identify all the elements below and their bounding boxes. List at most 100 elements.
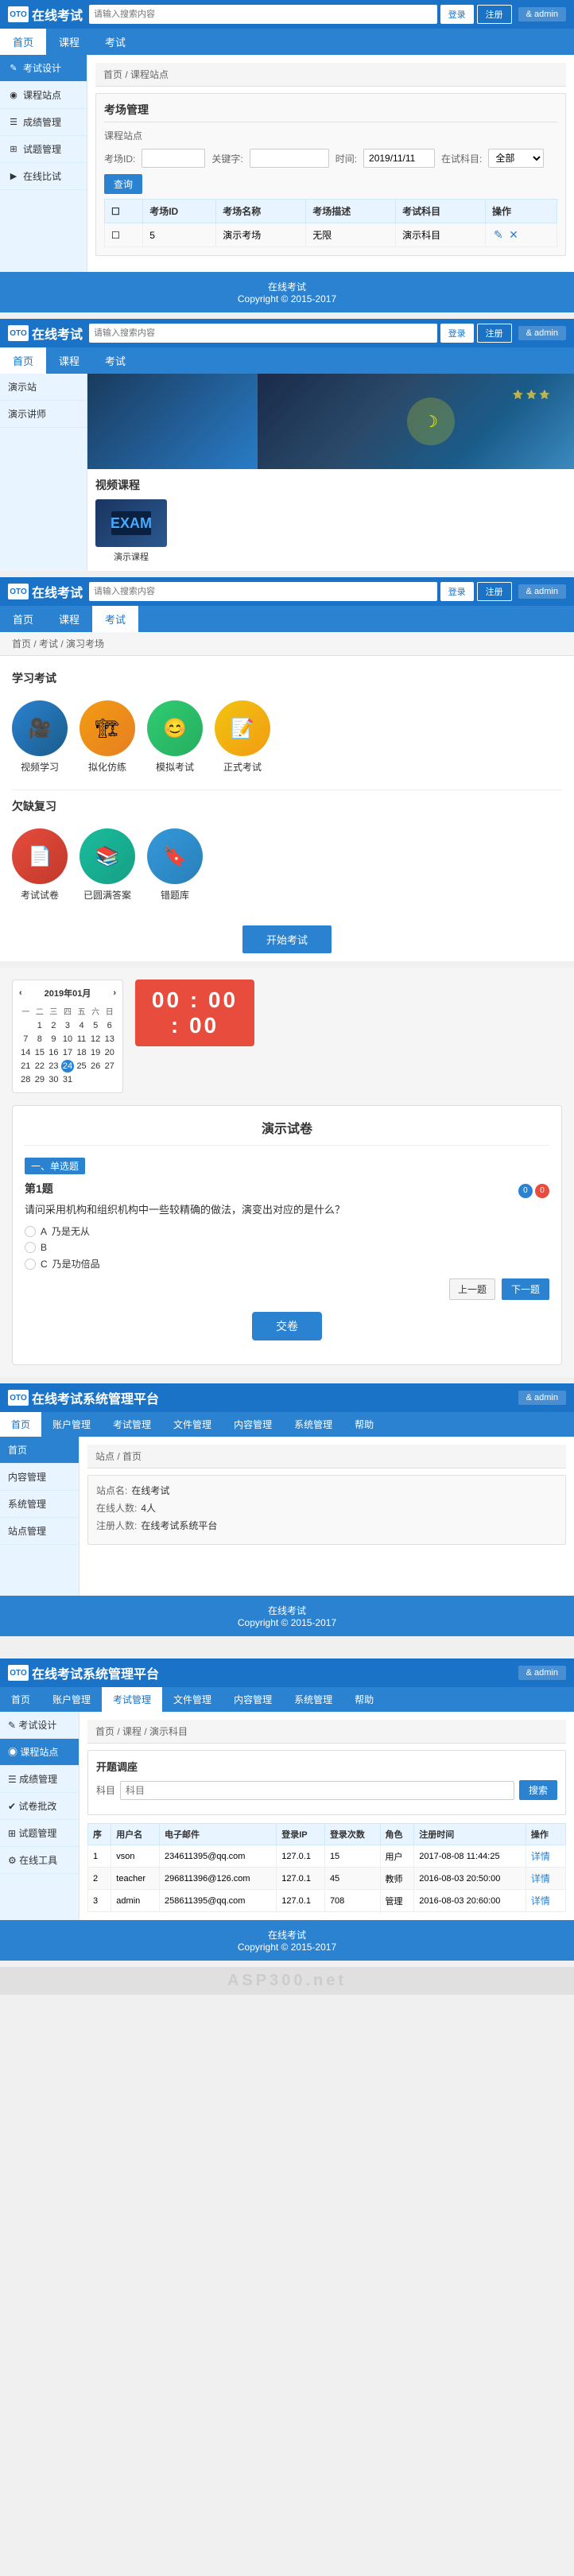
cal-day-28[interactable]: 28 (19, 1073, 33, 1086)
user-btn-1[interactable]: & admin (518, 7, 566, 21)
cal-day-9[interactable]: 9 (47, 1033, 60, 1046)
exam-cat-formal[interactable]: 📝 正式考试 (215, 700, 270, 774)
radio-b[interactable] (25, 1242, 36, 1253)
sidebar-item-course-1[interactable]: ◉ 课程站点 (0, 82, 87, 109)
search-input-2[interactable] (89, 324, 437, 343)
review-item-paper[interactable]: 📄 考试试卷 (12, 828, 68, 902)
admin-sidebar-question-2[interactable]: ⊞ 试题管理 (0, 1820, 79, 1847)
option-b[interactable]: B (25, 1242, 549, 1253)
start-exam-btn[interactable]: 开始考试 (242, 925, 332, 953)
tab-exam-1[interactable]: 考试 (92, 29, 138, 55)
sidebar-item-exam-design-1[interactable]: ✎ 考试设计 (0, 55, 87, 82)
delete-icon-1[interactable]: ✕ (509, 228, 518, 241)
tab-course-3[interactable]: 课程 (46, 606, 92, 632)
tab-home-2[interactable]: 首页 (0, 347, 46, 374)
cal-day-19[interactable]: 19 (89, 1046, 103, 1059)
cal-day-10[interactable]: 10 (61, 1033, 75, 1046)
cal-day-13[interactable]: 13 (103, 1033, 116, 1046)
input-keyword[interactable] (250, 149, 329, 168)
sidebar-item-online-1[interactable]: ▶ 在线比试 (0, 163, 87, 190)
cal-day-6[interactable]: 6 (103, 1019, 116, 1032)
admin-sidebar-home-1[interactable]: 首页 (0, 1437, 79, 1464)
admin-tab-help-1[interactable]: 帮助 (343, 1412, 385, 1437)
admin-tab-content-1[interactable]: 内容管理 (223, 1412, 283, 1437)
register-btn-2[interactable]: 注册 (477, 324, 512, 343)
admin-tab-system-2[interactable]: 系统管理 (283, 1687, 343, 1712)
submit-exam-btn[interactable]: 交卷 (252, 1312, 322, 1340)
admin-sidebar-exam-design-2[interactable]: ✎ 考试设计 (0, 1712, 79, 1739)
admin-tab-content-2[interactable]: 内容管理 (223, 1687, 283, 1712)
login-btn-3[interactable]: 登录 (440, 582, 474, 601)
tab-course-2[interactable]: 课程 (46, 347, 92, 374)
option-a[interactable]: A 乃是无从 (25, 1224, 549, 1238)
cal-day-8[interactable]: 8 (33, 1033, 47, 1046)
exam-cat-mock[interactable]: 😊 模拟考试 (147, 700, 203, 774)
cal-day-15[interactable]: 15 (33, 1046, 47, 1059)
register-btn-3[interactable]: 注册 (477, 582, 512, 601)
admin-tab-help-2[interactable]: 帮助 (343, 1687, 385, 1712)
admin-sidebar-content-1[interactable]: 内容管理 (0, 1464, 79, 1491)
review-item-answers[interactable]: 📚 已圆满答案 (80, 828, 135, 902)
admin-tab-file-2[interactable]: 文件管理 (162, 1687, 223, 1712)
admin-tab-account-2[interactable]: 账户管理 (41, 1687, 102, 1712)
cal-day-14[interactable]: 14 (19, 1046, 33, 1059)
cal-day-25[interactable]: 25 (75, 1060, 88, 1073)
cal-day-27[interactable]: 27 (103, 1060, 116, 1073)
user-btn-3[interactable]: & admin (518, 584, 566, 599)
cal-day-18[interactable]: 18 (75, 1046, 88, 1059)
input-exam-id[interactable] (142, 149, 205, 168)
radio-c[interactable] (25, 1259, 36, 1270)
cal-day-23[interactable]: 23 (47, 1060, 60, 1073)
option-c[interactable]: C 乃是功倍品 (25, 1257, 549, 1271)
sidebar-item-grade-1[interactable]: ☰ 成绩管理 (0, 109, 87, 136)
prev-btn[interactable]: 上一题 (449, 1278, 495, 1300)
admin-tab-exam-1[interactable]: 考试管理 (102, 1412, 162, 1437)
cal-day-20[interactable]: 20 (103, 1046, 116, 1059)
cal-next-btn[interactable]: › (113, 988, 116, 998)
cal-day-1[interactable]: 1 (33, 1019, 47, 1032)
admin-sidebar-grade-2[interactable]: ☰ 成绩管理 (0, 1766, 79, 1793)
admin-sidebar-system-1[interactable]: 系统管理 (0, 1491, 79, 1518)
tab-home-3[interactable]: 首页 (0, 606, 46, 632)
review-item-mistakes[interactable]: 🔖 错题库 (147, 828, 203, 902)
exam-cat-video[interactable]: 🎥 视频学习 (12, 700, 68, 774)
sidebar-item-question-1[interactable]: ⊞ 试题管理 (0, 136, 87, 163)
cal-day-11[interactable]: 11 (75, 1033, 88, 1046)
search-btn-1[interactable]: 查询 (104, 174, 142, 194)
tab-course-1[interactable]: 课程 (46, 29, 92, 55)
admin-tab-system-1[interactable]: 系统管理 (283, 1412, 343, 1437)
course-card-demo[interactable]: EXAM 演示课程 (95, 499, 167, 563)
search-input-3[interactable] (89, 582, 437, 601)
admin-user-btn-2[interactable]: & admin (518, 1666, 566, 1680)
admin-sidebar-tools-2[interactable]: ⚙ 在线工具 (0, 1847, 79, 1874)
cal-day-7[interactable]: 7 (19, 1033, 33, 1046)
admin-sidebar-station-1[interactable]: 站点管理 (0, 1518, 79, 1545)
register-btn-1[interactable]: 注册 (477, 5, 512, 24)
cal-prev-btn[interactable]: ‹ (19, 988, 22, 998)
cal-day-3[interactable]: 3 (61, 1019, 75, 1032)
cal-day-29[interactable]: 29 (33, 1073, 47, 1086)
sidebar-item-demo-teacher[interactable]: 演示讲师 (0, 401, 87, 428)
user-btn-2[interactable]: & admin (518, 326, 566, 340)
open-exam-search-btn[interactable]: 搜索 (519, 1780, 557, 1800)
admin-tab-exam-2[interactable]: 考试管理 (102, 1687, 162, 1712)
admin-tab-home-1[interactable]: 首页 (0, 1412, 41, 1437)
login-btn-2[interactable]: 登录 (440, 324, 474, 343)
sidebar-item-demo-station[interactable]: 演示站 (0, 374, 87, 401)
cal-day-31[interactable]: 31 (61, 1073, 75, 1086)
edit-icon-1[interactable]: ✎ (494, 228, 503, 241)
next-btn[interactable]: 下一题 (502, 1278, 549, 1300)
cal-day-24[interactable]: 24 (61, 1060, 75, 1073)
admin-tab-account-1[interactable]: 账户管理 (41, 1412, 102, 1437)
user-detail-link-2[interactable]: 详情 (531, 1873, 550, 1884)
admin-sidebar-mark-2[interactable]: ✔ 试卷批改 (0, 1793, 79, 1820)
search-input-1[interactable] (89, 5, 437, 24)
cell-checkbox[interactable]: ☐ (105, 223, 143, 247)
select-subject[interactable]: 全部 (488, 149, 544, 168)
admin-tab-home-2[interactable]: 首页 (0, 1687, 41, 1712)
cal-day-2[interactable]: 2 (47, 1019, 60, 1032)
tab-exam-3[interactable]: 考试 (92, 606, 138, 632)
admin-tab-file-1[interactable]: 文件管理 (162, 1412, 223, 1437)
tab-home-1[interactable]: 首页 (0, 29, 46, 55)
cal-day-12[interactable]: 12 (89, 1033, 103, 1046)
